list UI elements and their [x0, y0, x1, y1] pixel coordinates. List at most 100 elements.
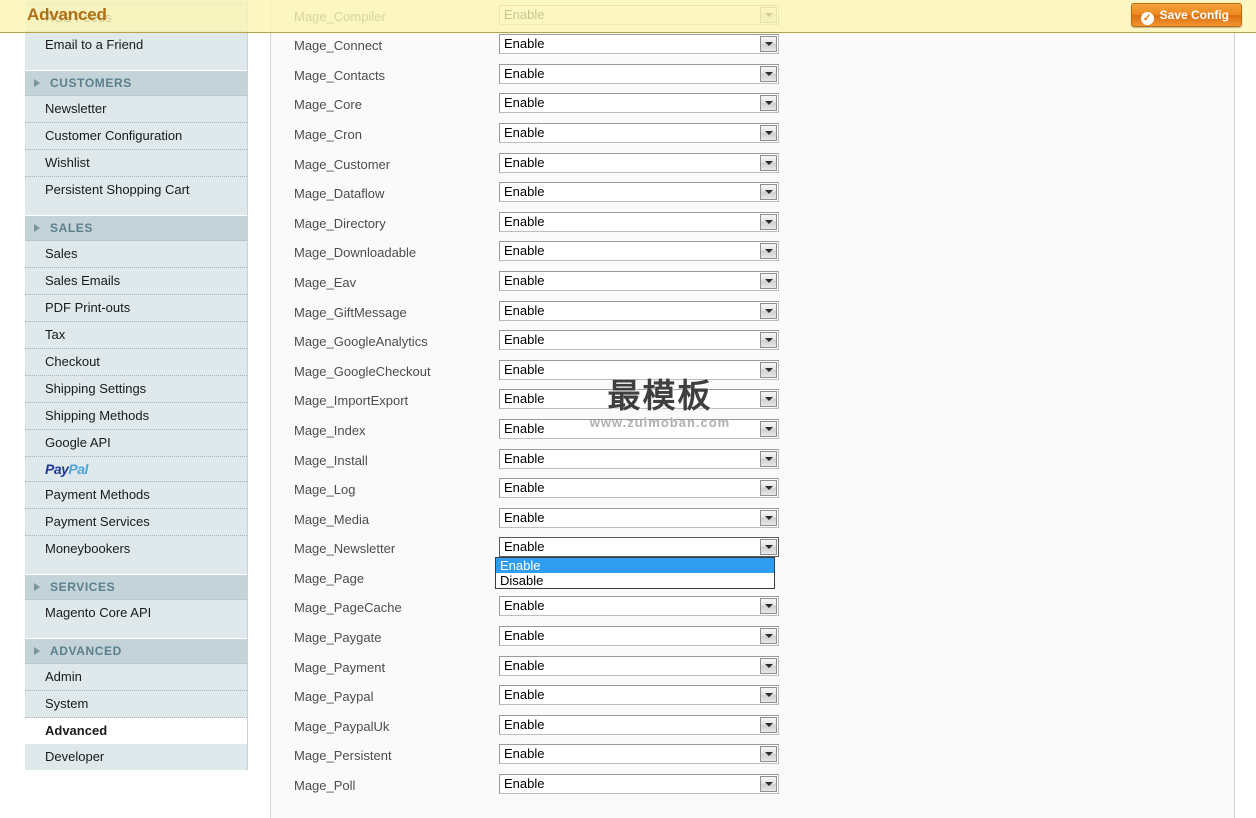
sidebar-section-services[interactable]: SERVICES [25, 574, 247, 600]
module-status-select[interactable]: Enable [499, 596, 779, 617]
dropdown-option-disable[interactable]: Disable [496, 573, 774, 589]
module-name-label: Mage_Dataflow [294, 186, 385, 202]
chevron-down-icon[interactable] [760, 65, 777, 82]
chevron-down-icon[interactable] [760, 272, 777, 289]
chevron-down-icon[interactable] [760, 716, 777, 733]
module-status-select[interactable]: Enable [499, 714, 779, 735]
chevron-down-icon[interactable] [760, 598, 777, 615]
sidebar-item-label: Sales Emails [45, 273, 121, 288]
chevron-down-icon[interactable] [760, 184, 777, 201]
module-status-dropdown[interactable]: Enable Disable [495, 557, 775, 590]
sidebar-item-label: Admin [45, 669, 82, 684]
chevron-down-icon[interactable] [760, 302, 777, 319]
sidebar-section-advanced[interactable]: ADVANCED [25, 638, 247, 664]
chevron-down-icon[interactable] [760, 450, 777, 467]
chevron-down-icon[interactable] [760, 124, 777, 141]
module-status-select[interactable]: Enable [499, 241, 779, 262]
table-row: Mage_Dataflow Enable [271, 181, 1234, 211]
module-status-value: Enable [504, 420, 545, 436]
chevron-down-icon[interactable] [760, 95, 777, 112]
sidebar-item-pdf-print-outs[interactable]: PDF Print-outs [25, 295, 247, 322]
module-status-select[interactable]: Enable [499, 685, 779, 706]
sidebar-item-developer[interactable]: Developer [25, 744, 247, 770]
magento-admin-config-page: Google SitemapRSS FeedsEmail to a Friend… [0, 0, 1256, 818]
module-status-value: Enable [504, 598, 545, 614]
chevron-down-icon[interactable] [760, 332, 777, 349]
table-row: Mage_Poll Enable [271, 773, 1234, 803]
sidebar-section-sales[interactable]: SALES [25, 215, 247, 241]
chevron-down-icon[interactable] [760, 361, 777, 378]
chevron-down-icon[interactable] [760, 746, 777, 763]
module-name-label: Mage_Persistent [294, 748, 392, 764]
sidebar-item-tax[interactable]: Tax [25, 322, 247, 349]
sidebar-item-newsletter[interactable]: Newsletter [25, 96, 247, 123]
sidebar-item-moneybookers[interactable]: Moneybookers [25, 536, 247, 574]
module-status-select[interactable]: Enable [499, 507, 779, 528]
sidebar-item-checkout[interactable]: Checkout [25, 349, 247, 376]
module-name-label: Mage_GoogleCheckout [294, 363, 431, 379]
module-status-select[interactable]: Enable [499, 300, 779, 321]
sidebar-item-persistent-shopping-cart[interactable]: Persistent Shopping Cart [25, 177, 247, 215]
module-status-select[interactable]: Enable [499, 626, 779, 647]
paypal-logo-part-pal: Pal [68, 461, 88, 477]
module-status-select[interactable]: Enable [499, 34, 779, 55]
chevron-down-icon[interactable] [760, 420, 777, 437]
chevron-down-icon[interactable] [760, 657, 777, 674]
save-config-button[interactable]: ✓ Save Config [1130, 3, 1242, 27]
table-row: Mage_Cron Enable [271, 122, 1234, 152]
module-status-select[interactable]: Enable [499, 359, 779, 380]
sidebar-section-customers[interactable]: CUSTOMERS [25, 70, 247, 96]
sidebar-item-sales[interactable]: Sales [25, 241, 247, 268]
sidebar-item-sales-emails[interactable]: Sales Emails [25, 268, 247, 295]
sidebar-item-email-to-a-friend[interactable]: Email to a Friend [25, 32, 247, 70]
sidebar-item-shipping-settings[interactable]: Shipping Settings [25, 376, 247, 403]
chevron-down-icon[interactable] [760, 480, 777, 497]
module-status-value: Enable [504, 361, 545, 377]
module-status-select[interactable]: Enable [499, 152, 779, 173]
module-status-select[interactable]: Enable [499, 182, 779, 203]
sidebar-item-google-api[interactable]: Google API [25, 430, 247, 457]
module-status-select[interactable]: Enable [499, 418, 779, 439]
module-name-label: Mage_Directory [294, 215, 386, 231]
chevron-down-icon[interactable] [760, 391, 777, 408]
module-status-select[interactable]: Enable [499, 63, 779, 84]
module-status-select[interactable]: Enable [499, 211, 779, 232]
sidebar-item-payment-methods[interactable]: Payment Methods [25, 482, 247, 509]
sidebar-item-advanced[interactable]: Advanced [25, 718, 247, 744]
sidebar-item-label: Developer [45, 749, 105, 764]
sidebar-item-shipping-methods[interactable]: Shipping Methods [25, 403, 247, 430]
sidebar-item-admin[interactable]: Admin [25, 664, 247, 691]
dropdown-option-enable[interactable]: Enable [496, 558, 774, 574]
module-name-label: Mage_Core [294, 97, 362, 113]
module-name-label: Mage_Contacts [294, 67, 386, 83]
module-status-select[interactable]: Enable [499, 330, 779, 351]
save-config-label: Save Config [1159, 8, 1229, 22]
chevron-down-icon[interactable] [760, 776, 777, 793]
chevron-down-icon[interactable] [760, 213, 777, 230]
sidebar-item-payment-services[interactable]: Payment Services [25, 509, 247, 536]
chevron-down-icon[interactable] [760, 154, 777, 171]
sidebar-item-system[interactable]: System [25, 691, 247, 718]
module-status-select[interactable]: Enable [499, 478, 779, 499]
module-status-select[interactable]: Enable [499, 744, 779, 765]
module-status-select[interactable]: Enable [499, 93, 779, 114]
sidebar-item-wishlist[interactable]: Wishlist [25, 150, 247, 177]
sidebar-item-label: Moneybookers [45, 541, 131, 556]
module-status-select[interactable]: Enable [499, 270, 779, 291]
chevron-down-icon[interactable] [760, 243, 777, 260]
module-status-select[interactable]: Enable [499, 122, 779, 143]
sidebar-item-paypal[interactable]: PayPal [25, 457, 247, 482]
chevron-down-icon[interactable] [760, 539, 777, 556]
module-status-select[interactable]: Enable [499, 448, 779, 469]
chevron-down-icon[interactable] [760, 36, 777, 53]
module-status-select[interactable]: Enable [499, 655, 779, 676]
chevron-down-icon[interactable] [760, 628, 777, 645]
sidebar-item-magento-core-api[interactable]: Magento Core API [25, 600, 247, 638]
sidebar-item-customer-configuration[interactable]: Customer Configuration [25, 123, 247, 150]
table-row: Mage_Index Enable [271, 418, 1234, 448]
module-status-select[interactable]: Enable [499, 774, 779, 795]
module-status-select[interactable]: Enable Enable Disable [495, 537, 779, 590]
chevron-down-icon[interactable] [760, 687, 777, 704]
module-status-select[interactable]: Enable [499, 389, 779, 410]
chevron-down-icon[interactable] [760, 509, 777, 526]
